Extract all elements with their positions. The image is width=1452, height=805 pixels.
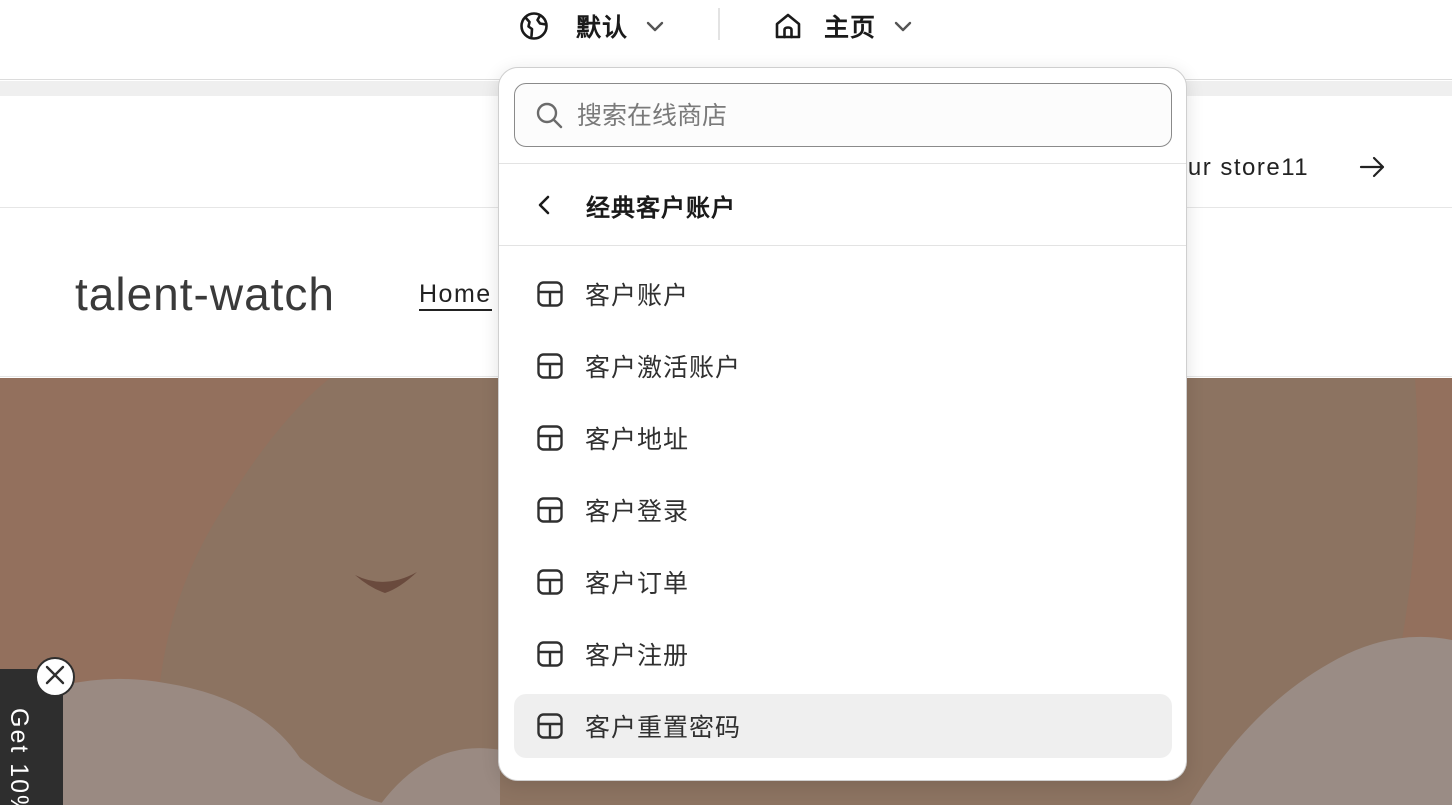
- globe-icon: [518, 10, 550, 42]
- template-item-customer-account[interactable]: 客户账户: [514, 262, 1172, 326]
- search-icon: [533, 99, 565, 131]
- template-item-customer-login[interactable]: 客户登录: [514, 478, 1172, 542]
- template-list: 客户账户 客户激活账户 客户地址 客户登录 客户订单 客户注册 客户重置密码: [514, 262, 1172, 766]
- page-picker-dropdown: 经典客户账户 客户账户 客户激活账户 客户地址 客户登录: [498, 67, 1187, 781]
- template-icon: [535, 567, 565, 597]
- template-item-customer-orders[interactable]: 客户订单: [514, 550, 1172, 614]
- close-icon: [44, 664, 66, 690]
- home-icon: [772, 10, 804, 42]
- store-logo[interactable]: talent-watch: [75, 267, 335, 321]
- template-item-label: 客户账户: [585, 281, 690, 310]
- template-icon: [535, 423, 565, 453]
- template-item-label: 客户激活账户: [585, 353, 742, 382]
- template-item-label: 客户登录: [585, 497, 690, 526]
- template-item-label: 客户重置密码: [585, 713, 742, 742]
- chevron-down-icon: [642, 13, 668, 39]
- promo-text[interactable]: Get 10%: [3, 708, 33, 805]
- chevron-left-icon: [532, 192, 558, 218]
- template-icon: [535, 351, 565, 381]
- template-icon: [535, 495, 565, 525]
- arrow-right-icon: [1358, 153, 1386, 181]
- nav-link-home[interactable]: Home: [419, 279, 492, 311]
- divider: [499, 245, 1186, 246]
- template-icon: [535, 279, 565, 309]
- submenu-title: 经典客户账户: [586, 193, 736, 222]
- template-item-label: 客户注册: [585, 641, 690, 670]
- promo-close-button[interactable]: [35, 657, 75, 697]
- template-item-customer-register[interactable]: 客户注册: [514, 622, 1172, 686]
- template-item-customer-reset-password[interactable]: 客户重置密码: [514, 694, 1172, 758]
- search-box[interactable]: [514, 83, 1172, 147]
- theme-selector[interactable]: 默认: [518, 8, 668, 44]
- template-item-label: 客户地址: [585, 425, 690, 454]
- template-item-customer-addresses[interactable]: 客户地址: [514, 406, 1172, 470]
- page-label: 主页: [824, 13, 877, 42]
- template-item-customer-activate-account[interactable]: 客户激活账户: [514, 334, 1172, 398]
- template-item-label: 客户订单: [585, 569, 690, 598]
- chevron-down-icon: [890, 13, 916, 39]
- back-button[interactable]: 经典客户账户: [499, 164, 1186, 246]
- template-icon: [535, 711, 565, 741]
- theme-label: 默认: [576, 13, 629, 42]
- page-selector[interactable]: 主页: [772, 8, 916, 44]
- search-input[interactable]: [577, 100, 1137, 130]
- template-icon: [535, 639, 565, 669]
- toolbar-divider: [718, 8, 720, 40]
